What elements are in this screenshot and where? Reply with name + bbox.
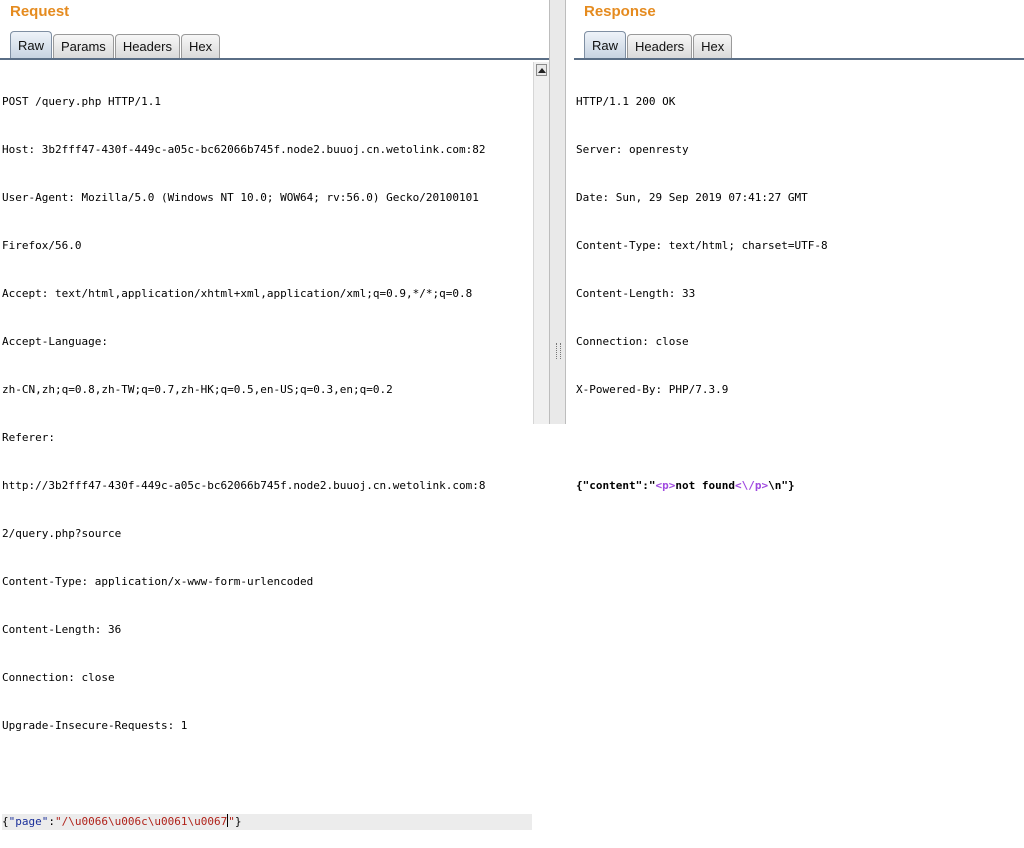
- request-line: Content-Length: 36: [2, 623, 122, 636]
- tabs-underline: [574, 58, 1024, 60]
- request-line: Upgrade-Insecure-Requests: 1: [2, 719, 188, 732]
- tab-raw[interactable]: Raw: [584, 31, 627, 58]
- request-scrollbar[interactable]: [533, 62, 549, 424]
- response-line: HTTP/1.1 200 OK: [576, 95, 676, 108]
- json-value-close: ": [228, 815, 235, 828]
- request-editor[interactable]: POST /query.php HTTP/1.1 Host: 3b2fff47-…: [2, 62, 532, 848]
- body-json-end: \n"}: [768, 479, 795, 492]
- request-tabs: Raw Params Headers Hex: [10, 31, 221, 58]
- tab-headers[interactable]: Headers: [114, 34, 180, 58]
- request-pane: Request Raw Params Headers Hex POST /que…: [0, 0, 549, 830]
- tag-lt: <: [734, 479, 742, 492]
- json-close-brace: }: [234, 815, 242, 828]
- tag-lt: <: [655, 479, 663, 492]
- body-json-start: {"content":": [576, 479, 656, 492]
- response-line: X-Powered-By: PHP/7.3.9: [576, 383, 729, 396]
- tabs-underline: [0, 58, 549, 60]
- json-colon: :: [48, 815, 55, 828]
- request-line: http://3b2fff47-430f-449c-a05c-bc62066b7…: [2, 479, 486, 492]
- tag-gt: >: [761, 479, 769, 492]
- request-line: POST /query.php HTTP/1.1: [2, 95, 161, 108]
- response-line: Connection: close: [576, 335, 689, 348]
- json-open-brace: {: [2, 815, 9, 828]
- splitter-grip-icon[interactable]: [556, 343, 561, 359]
- pane-splitter[interactable]: [549, 0, 566, 424]
- request-line: Referer:: [2, 431, 55, 444]
- request-line: Accept: text/html,application/xhtml+xml,…: [2, 287, 473, 300]
- tab-hex[interactable]: Hex: [693, 34, 733, 58]
- request-line: Connection: close: [2, 671, 115, 684]
- request-line: User-Agent: Mozilla/5.0 (Windows NT 10.0…: [2, 191, 479, 204]
- request-line: zh-CN,zh;q=0.8,zh-TW;q=0.7,zh-HK;q=0.5,e…: [2, 383, 393, 396]
- request-line: Host: 3b2fff47-430f-449c-a05c-bc62066b74…: [2, 143, 486, 156]
- tag-slash: \/: [741, 479, 755, 492]
- tag-name: p: [754, 479, 762, 492]
- tag-gt: >: [668, 479, 676, 492]
- request-line: Accept-Language:: [2, 335, 108, 348]
- request-body-line: {"page":"/\u0066\u006c\u0061\u0067"}: [2, 814, 532, 830]
- response-line: Content-Type: text/html; charset=UTF-8: [576, 239, 828, 252]
- response-line: [576, 430, 1022, 446]
- json-value: "/\u0066\u006c\u0061\u0067: [55, 815, 228, 828]
- tag-name: p: [662, 479, 669, 492]
- tab-params[interactable]: Params: [53, 34, 114, 58]
- request-title: Request: [10, 3, 70, 20]
- request-line: [2, 766, 532, 782]
- scroll-up-arrow-icon[interactable]: [536, 64, 547, 76]
- response-line: Date: Sun, 29 Sep 2019 07:41:27 GMT: [576, 191, 808, 204]
- response-line: Content-Length: 33: [576, 287, 696, 300]
- response-title: Response: [584, 3, 656, 20]
- request-line: Content-Type: application/x-www-form-url…: [2, 575, 314, 588]
- tab-hex[interactable]: Hex: [180, 34, 221, 58]
- request-line: Firefox/56.0: [2, 239, 82, 252]
- tab-raw[interactable]: Raw: [10, 31, 53, 58]
- response-pane: Response Raw Headers Hex HTTP/1.1 200 OK…: [566, 0, 1024, 492]
- request-line: 2/query.php?source: [2, 527, 122, 540]
- response-tabs: Raw Headers Hex: [584, 31, 733, 58]
- response-body-line: {"content":"<p>not found<\/p>\n"}: [576, 478, 1022, 494]
- tab-headers[interactable]: Headers: [627, 34, 693, 58]
- response-editor[interactable]: HTTP/1.1 200 OK Server: openresty Date: …: [576, 62, 1022, 526]
- body-text: not found: [675, 479, 735, 492]
- response-line: Server: openresty: [576, 143, 689, 156]
- json-key: "page": [8, 815, 49, 828]
